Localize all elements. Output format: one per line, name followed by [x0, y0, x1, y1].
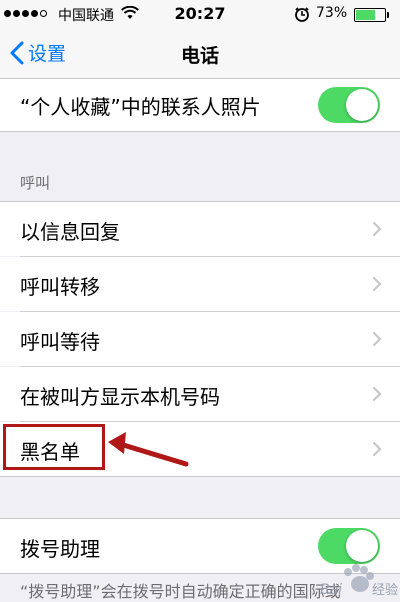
chevron-right-icon	[372, 386, 382, 402]
svg-text:经验: 经验	[372, 582, 398, 598]
chevron-right-icon	[372, 221, 382, 237]
chevron-right-icon	[372, 276, 382, 292]
svg-text:Bai: Bai	[320, 582, 342, 598]
arrow-annotation	[108, 432, 189, 467]
call-waiting-label: 呼叫等待	[20, 330, 100, 354]
chevron-right-icon	[372, 331, 382, 347]
section-header-calls: 呼叫	[20, 174, 51, 192]
dial-assist-toggle[interactable]	[318, 528, 380, 564]
call-waiting-row[interactable]: 呼叫等待	[0, 312, 400, 366]
divider	[0, 131, 400, 132]
favorites-photos-toggle[interactable]	[318, 87, 380, 123]
dial-assist-footer-text: “拨号助理”会在拨号时自动确定正确的国际或	[20, 582, 341, 601]
call-forwarding-label: 呼叫转移	[20, 275, 100, 299]
status-bar: 中国联通 20:27 73%	[0, 0, 400, 28]
divider	[0, 476, 400, 477]
highlight-box	[3, 424, 105, 470]
show-caller-id-label: 在被叫方显示本机号码	[20, 385, 220, 409]
reply-with-message-row[interactable]: 以信息回复	[0, 202, 400, 256]
chevron-right-icon	[372, 441, 382, 457]
alarm-icon	[294, 6, 310, 26]
navigation-bar: 设置 电话	[0, 28, 400, 79]
show-caller-id-row[interactable]: 在被叫方显示本机号码	[0, 367, 400, 421]
page-title: 电话	[180, 45, 219, 67]
reply-with-message-label: 以信息回复	[20, 220, 120, 244]
favorites-photos-row: “个人收藏”中的联系人照片	[0, 79, 400, 131]
favorites-photos-label: “个人收藏”中的联系人照片	[20, 95, 261, 119]
battery-percent: 73%	[316, 5, 348, 21]
dial-assist-label: 拨号助理	[20, 537, 100, 561]
call-forwarding-row[interactable]: 呼叫转移	[0, 257, 400, 311]
battery-icon	[354, 8, 389, 22]
baidu-watermark-logo: Bai 经验	[318, 562, 398, 598]
